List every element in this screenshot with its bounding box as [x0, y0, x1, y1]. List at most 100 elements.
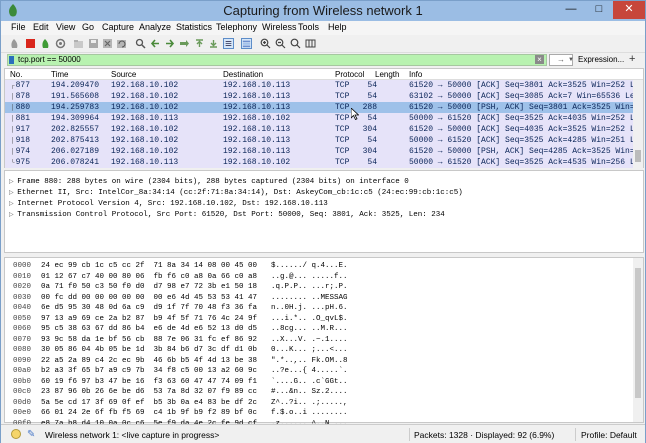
- colorize-icon[interactable]: [241, 38, 252, 49]
- go-to-packet-icon[interactable]: [179, 38, 190, 49]
- bytes-offset: 0090: [13, 356, 32, 365]
- menu-wireless[interactable]: Wireless: [262, 22, 297, 32]
- minimize-button[interactable]: —: [557, 1, 585, 19]
- bytes-ascii: ........ ..MESSAG: [271, 293, 348, 302]
- close-button[interactable]: ✕: [613, 1, 645, 19]
- col-protocol[interactable]: Protocol: [335, 70, 364, 79]
- table-row[interactable]: │ 881 194.309964 192.168.10.113 192.168.10.1…: [5, 113, 639, 124]
- go-forward-icon[interactable]: [164, 38, 175, 49]
- stop-capture-icon[interactable]: [25, 38, 36, 49]
- menu-telephony[interactable]: Telephony: [216, 22, 257, 32]
- cell-info: 61520 → 50000 [PSH, ACK] Seq=3801 Ack=35…: [409, 103, 635, 112]
- menu-statistics[interactable]: Statistics: [176, 22, 212, 32]
- save-file-icon[interactable]: [88, 38, 99, 49]
- col-length[interactable]: Length: [375, 70, 399, 79]
- find-packet-icon[interactable]: [135, 38, 146, 49]
- cell-time: 206.078241: [51, 158, 100, 167]
- cell-destination: 192.168.10.113: [223, 92, 291, 101]
- status-profile[interactable]: Profile: Default: [581, 430, 637, 440]
- table-row[interactable]: │ 917 202.825557 192.168.10.102 192.168.10.1…: [5, 124, 639, 135]
- go-back-icon[interactable]: [150, 38, 161, 49]
- expand-caret-icon[interactable]: ▷: [9, 211, 17, 218]
- restart-capture-icon[interactable]: [40, 38, 51, 49]
- bytes-offset: 00e0: [13, 409, 32, 417]
- cell-time: 194.209470: [51, 81, 100, 90]
- bytes-ascii: ..X...V. .~.1....: [271, 335, 348, 344]
- menu-file[interactable]: File: [11, 22, 26, 32]
- shark-fin-start-icon[interactable]: [9, 38, 20, 49]
- packet-list-scroll-thumb[interactable]: [635, 150, 641, 162]
- bytes-offset: 0080: [13, 346, 32, 354]
- cell-no: 974: [15, 147, 30, 156]
- zoom-out-icon[interactable]: [275, 38, 286, 49]
- open-file-icon[interactable]: [73, 38, 84, 49]
- packet-list: No. Time Source Destination Protocol Len…: [4, 68, 644, 168]
- bytes-scrollbar[interactable]: [633, 258, 643, 422]
- table-row[interactable]: │ 974 206.027189 192.168.10.102 192.168.10.1…: [5, 146, 635, 157]
- add-filter-button[interactable]: +: [629, 53, 635, 65]
- col-no[interactable]: No.: [10, 70, 22, 79]
- packet-list-scrollbar[interactable]: [633, 80, 643, 168]
- capture-comment-icon[interactable]: ✎: [27, 429, 35, 440]
- title-bar: Capturing from Wireless network 1 — □ ✕: [1, 1, 645, 21]
- table-row[interactable]: └ 975 206.078241 192.168.10.113 192.168.10.1…: [5, 157, 639, 168]
- filter-bookmark-icon[interactable]: [9, 56, 14, 64]
- filter-history-dropdown-icon[interactable]: ▼: [567, 54, 575, 66]
- expert-info-icon[interactable]: [11, 429, 21, 439]
- cell-info: 50000 → 61520 [ACK] Seq=3525 Ack=4035 Wi…: [409, 114, 640, 123]
- menu-edit[interactable]: Edit: [33, 22, 49, 32]
- close-file-icon[interactable]: [102, 38, 113, 49]
- bytes-ascii: .q.P.P.. ...r;.P.: [271, 283, 348, 291]
- col-info[interactable]: Info: [409, 70, 422, 79]
- packet-list-header: No. Time Source Destination Protocol Len…: [5, 69, 643, 80]
- expand-caret-icon[interactable]: ▷: [9, 189, 17, 196]
- cell-length: 54: [367, 136, 377, 145]
- last-packet-icon[interactable]: [208, 38, 219, 49]
- col-source[interactable]: Source: [111, 70, 136, 79]
- menu-tools[interactable]: Tools: [298, 22, 319, 32]
- expression-button[interactable]: Expression...: [578, 55, 624, 64]
- cell-no: 881: [15, 114, 30, 123]
- bytes-ascii: ..8cg... ..M.R...: [271, 325, 348, 333]
- autoscroll-icon[interactable]: [223, 38, 234, 49]
- bytes-scroll-thumb[interactable]: [635, 268, 641, 398]
- detail-frame[interactable]: ▷ Frame 880: 288 bytes on wire (2304 bit…: [9, 176, 409, 187]
- maximize-button[interactable]: □: [585, 1, 613, 19]
- menu-analyze[interactable]: Analyze: [139, 22, 171, 32]
- table-row[interactable]: ┌ 877 194.209470 192.168.10.102 192.168.10.1…: [5, 80, 639, 91]
- col-destination[interactable]: Destination: [223, 70, 263, 79]
- cell-length: 304: [362, 125, 377, 134]
- zoom-reset-icon[interactable]: [290, 38, 301, 49]
- col-time[interactable]: Time: [51, 70, 68, 79]
- expand-caret-icon[interactable]: ▷: [9, 178, 17, 185]
- bytes-offset: 00c0: [13, 388, 32, 396]
- menu-capture[interactable]: Capture: [102, 22, 134, 32]
- menu-go[interactable]: Go: [82, 22, 94, 32]
- bytes-offset: 0010: [13, 272, 32, 281]
- table-row[interactable]: │ 880 194.259783 192.168.10.102 192.168.10.1…: [5, 102, 635, 113]
- cell-source: 192.168.10.102: [111, 136, 179, 145]
- detail-ethernet[interactable]: ▷ Ethernet II, Src: IntelCor_8a:34:14 (c…: [9, 187, 463, 198]
- cell-destination: 192.168.10.102: [223, 158, 291, 167]
- cell-time: 202.875413: [51, 136, 100, 145]
- zoom-in-icon[interactable]: [260, 38, 271, 49]
- detail-ip[interactable]: ▷ Internet Protocol Version 4, Src: 192.…: [9, 198, 328, 209]
- bytes-hex: 95 c5 38 63 67 dd 86 b4 e6 de 4d e6 52 1…: [41, 325, 258, 333]
- menu-view[interactable]: View: [56, 22, 75, 32]
- capture-options-icon[interactable]: [55, 38, 66, 49]
- packet-details: ▷ Frame 880: 288 bytes on wire (2304 bit…: [4, 170, 644, 253]
- menu-help[interactable]: Help: [328, 22, 347, 32]
- bytes-ascii: #...&n.. Sz.2....: [271, 388, 348, 396]
- first-packet-icon[interactable]: [194, 38, 205, 49]
- display-filter-input[interactable]: tcp.port == 50000: [7, 54, 547, 66]
- cell-destination: 192.168.10.113: [223, 81, 291, 90]
- clear-filter-icon[interactable]: ×: [535, 55, 544, 64]
- detail-tcp[interactable]: ▷ Transmission Control Protocol, Src Por…: [9, 209, 445, 220]
- cell-destination: 192.168.10.113: [223, 136, 291, 145]
- resize-columns-icon[interactable]: [305, 38, 316, 49]
- table-row[interactable]: │ 918 202.875413 192.168.10.102 192.168.10.1…: [5, 135, 639, 146]
- cell-time: 191.565608: [51, 92, 100, 101]
- table-row[interactable]: │ 878 191.565608 192.168.10.102 192.168.10.1…: [5, 91, 639, 102]
- expand-caret-icon[interactable]: ▷: [9, 200, 17, 207]
- reload-file-icon[interactable]: [116, 38, 127, 49]
